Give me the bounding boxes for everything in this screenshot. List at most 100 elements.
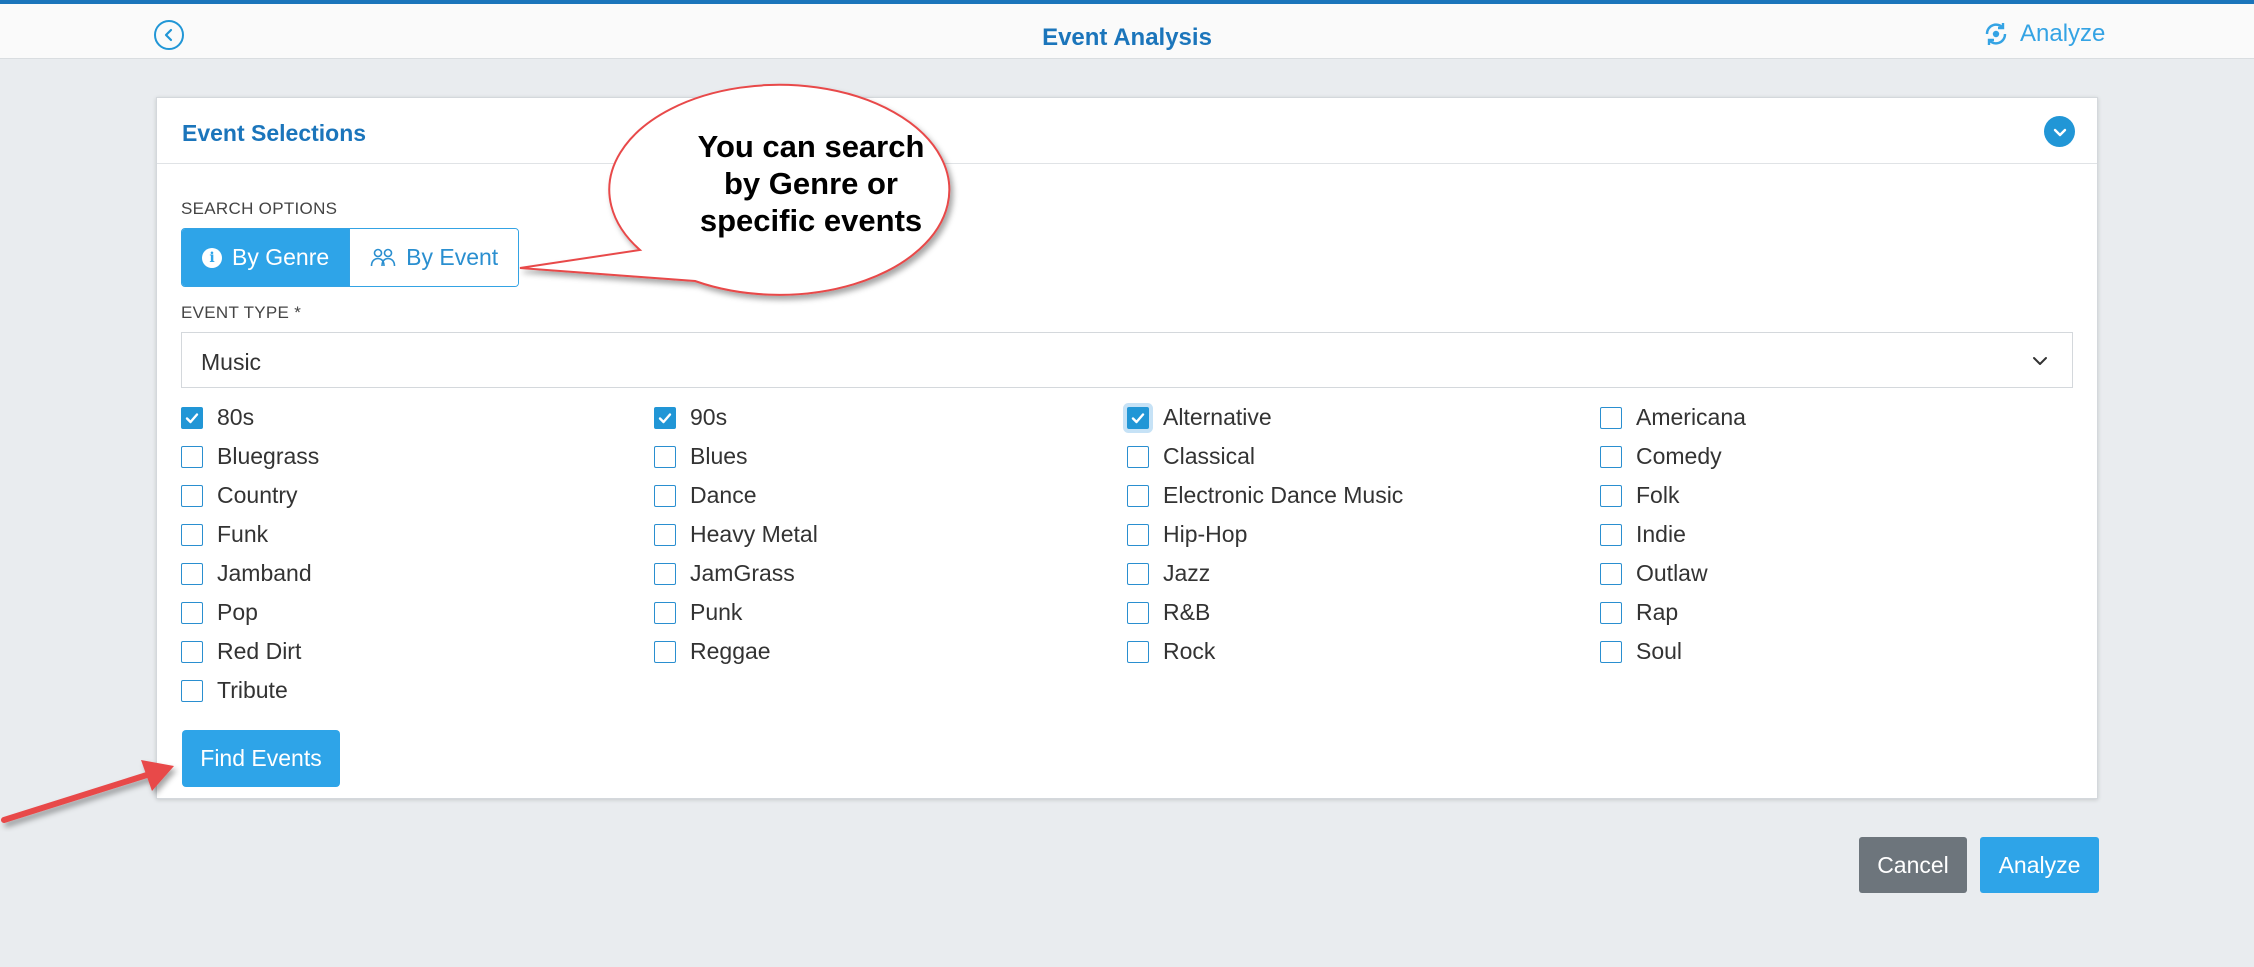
genre-label: Heavy Metal [690, 521, 818, 547]
genre-checkbox-item[interactable]: Reggae [654, 632, 1127, 671]
genre-label: Reggae [690, 638, 771, 664]
genre-checkbox-item[interactable]: Bluegrass [181, 437, 654, 476]
checkbox[interactable] [1600, 445, 1622, 468]
analyze-button[interactable]: Analyze [1980, 837, 2099, 893]
genre-label: Folk [1636, 482, 1680, 508]
genre-checkbox-item[interactable]: Americana [1600, 398, 2075, 437]
checkbox[interactable] [181, 445, 203, 468]
collapse-button[interactable] [2044, 116, 2075, 147]
checkbox[interactable] [1127, 601, 1149, 624]
check-icon [1131, 412, 1145, 423]
event-type-select[interactable]: Music [181, 332, 2073, 388]
genre-label: Red Dirt [217, 638, 302, 664]
checkbox[interactable] [654, 640, 676, 663]
checkbox[interactable] [1127, 640, 1149, 663]
genre-label: Rap [1636, 599, 1679, 625]
genre-checkbox-item[interactable]: Alternative [1127, 398, 1600, 437]
genre-checkbox-item[interactable]: Funk [181, 515, 654, 554]
genre-checkbox-item[interactable]: Classical [1127, 437, 1600, 476]
genre-checkbox-item[interactable]: Country [181, 476, 654, 515]
genre-checkbox-item[interactable]: Folk [1600, 476, 2075, 515]
genre-checkbox-item[interactable]: Outlaw [1600, 554, 2075, 593]
checkbox[interactable] [654, 445, 676, 468]
genre-label: Jazz [1163, 560, 1211, 586]
chevron-down-icon [2053, 128, 2066, 136]
checkbox[interactable] [1127, 406, 1149, 429]
checkbox[interactable] [654, 523, 676, 546]
checkbox[interactable] [181, 406, 203, 429]
checkbox[interactable] [1600, 562, 1622, 585]
find-events-button[interactable]: Find Events [182, 730, 340, 787]
genre-checkbox-item[interactable]: JamGrass [654, 554, 1127, 593]
genre-label: Americana [1636, 404, 1746, 430]
genre-checkbox-item[interactable]: Comedy [1600, 437, 2075, 476]
checkbox[interactable] [181, 679, 203, 702]
genre-checkbox-item[interactable]: Red Dirt [181, 632, 654, 671]
header-analyze-label: Analyze [2020, 20, 2106, 47]
tab-by-genre[interactable]: i By Genre [182, 229, 350, 286]
genre-checkbox-item[interactable]: 90s [654, 398, 1127, 437]
genre-label: Pop [217, 599, 258, 625]
genre-checkbox-item[interactable]: Heavy Metal [654, 515, 1127, 554]
genre-label: Outlaw [1636, 560, 1708, 586]
callout-text: You can search by Genre or specific even… [697, 129, 925, 238]
search-options-label: SEARCH OPTIONS [181, 199, 338, 218]
checkbox[interactable] [1600, 640, 1622, 663]
tab-by-event[interactable]: By Event [349, 229, 519, 286]
genre-checkbox-item[interactable]: Dance [654, 476, 1127, 515]
checkbox[interactable] [181, 484, 203, 507]
checkbox[interactable] [654, 562, 676, 585]
panel-header: Event Selections [157, 98, 2097, 164]
checkbox[interactable] [181, 523, 203, 546]
genre-label: Comedy [1636, 443, 1722, 469]
event-type-label: EVENT TYPE * [181, 303, 302, 322]
chevron-down-icon [2033, 357, 2047, 365]
genre-label: Blues [690, 443, 748, 469]
genre-checkbox-item[interactable]: Rock [1127, 632, 1600, 671]
checkbox[interactable] [1127, 484, 1149, 507]
checkbox[interactable] [654, 406, 676, 429]
page-title: Event Analysis [1042, 24, 1212, 51]
genre-label: Classical [1163, 443, 1256, 469]
genre-checkbox-item[interactable]: Rap [1600, 593, 2075, 632]
checkbox[interactable] [1127, 523, 1149, 546]
cancel-button[interactable]: Cancel [1859, 837, 1967, 893]
users-icon [370, 248, 396, 266]
tab-by-genre-label: By Genre [232, 244, 330, 270]
genre-checkbox-item[interactable]: Blues [654, 437, 1127, 476]
checkbox[interactable] [181, 601, 203, 624]
checkbox[interactable] [1600, 484, 1622, 507]
genre-checkbox-item[interactable]: 80s [181, 398, 654, 437]
checkbox[interactable] [654, 484, 676, 507]
genre-checkbox-item[interactable]: Pop [181, 593, 654, 632]
genre-checkbox-item[interactable]: Electronic Dance Music [1127, 476, 1600, 515]
tab-by-event-label: By Event [406, 244, 499, 270]
checkbox[interactable] [1127, 445, 1149, 468]
genre-checkbox-item[interactable]: Jamband [181, 554, 654, 593]
genre-label: 90s [690, 404, 728, 430]
checkbox[interactable] [654, 601, 676, 624]
checkbox[interactable] [1600, 601, 1622, 624]
checkbox[interactable] [181, 640, 203, 663]
genre-checkbox-item[interactable]: Tribute [181, 671, 654, 710]
genre-label: Rock [1163, 638, 1216, 664]
genre-label: Dance [690, 482, 757, 508]
event-type-value: Music [201, 349, 262, 375]
genre-checkbox-item[interactable]: R&B [1127, 593, 1600, 632]
genre-label: Soul [1636, 638, 1683, 664]
checkbox[interactable] [1600, 406, 1622, 429]
genre-label: Indie [1636, 521, 1686, 547]
checkbox[interactable] [1600, 523, 1622, 546]
analyze-icon [1985, 23, 2007, 45]
checkbox[interactable] [181, 562, 203, 585]
genre-checkbox-item[interactable]: Punk [654, 593, 1127, 632]
genre-label: Country [217, 482, 298, 508]
checkbox[interactable] [1127, 562, 1149, 585]
header-analyze-link[interactable]: Analyze [1982, 20, 2105, 48]
genre-checkbox-item[interactable]: Jazz [1127, 554, 1600, 593]
genre-checkbox-item[interactable]: Soul [1600, 632, 2075, 671]
genre-checkbox-item[interactable]: Indie [1600, 515, 2075, 554]
top-bar: Event Analysis Analyze [0, 0, 2254, 59]
genre-checkbox-item[interactable]: Hip-Hop [1127, 515, 1600, 554]
info-icon: i [202, 247, 222, 268]
